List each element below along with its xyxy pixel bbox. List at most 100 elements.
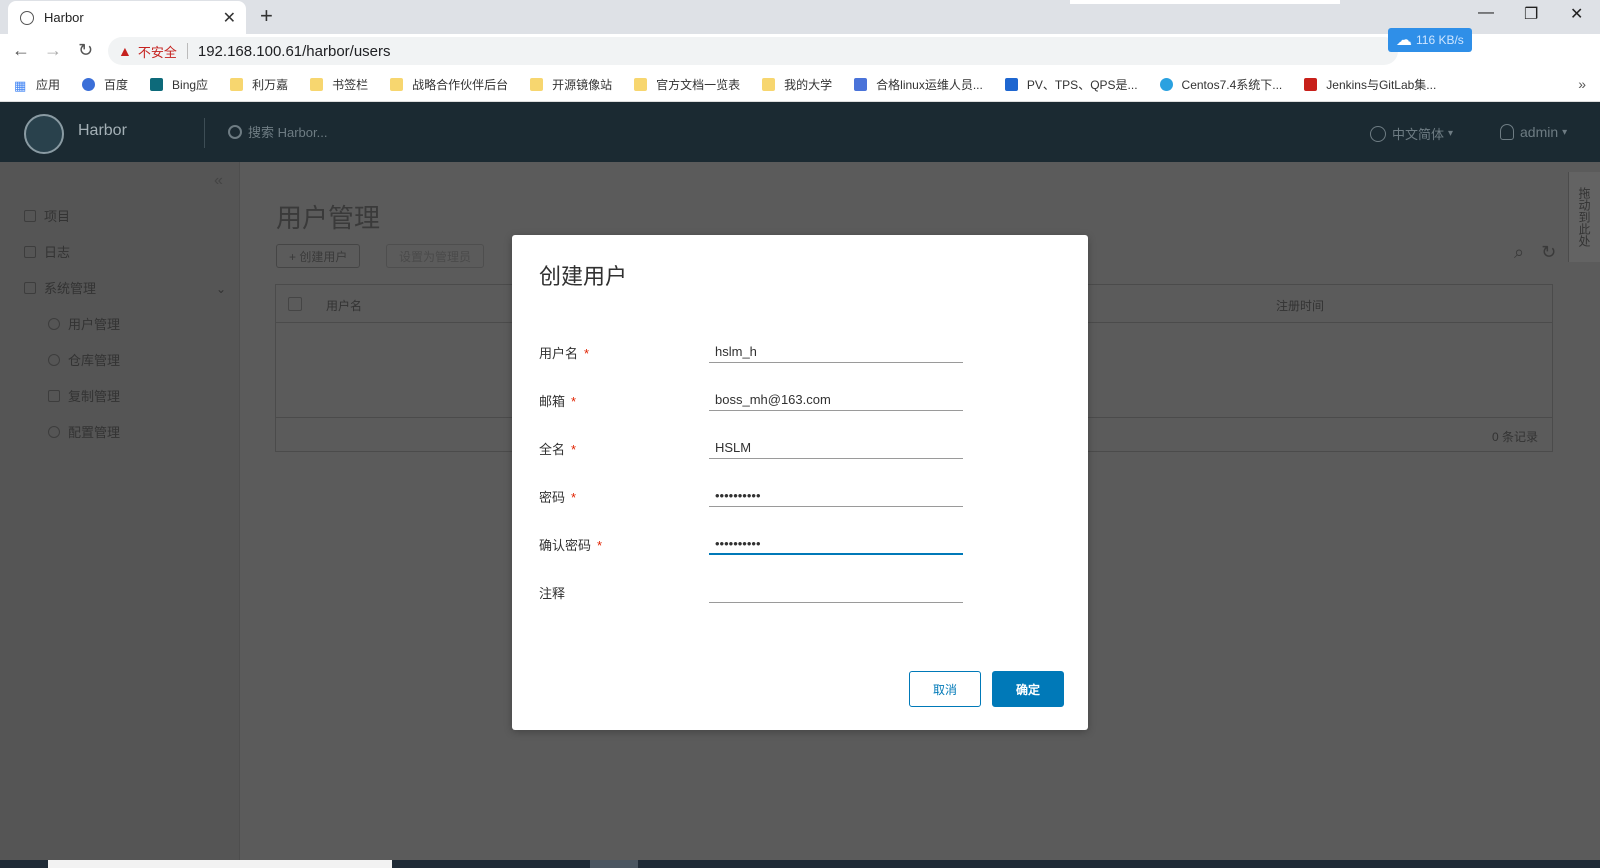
insecure-label[interactable]: 不安全 [138, 42, 177, 61]
fullname-row: 全名 * [539, 433, 963, 463]
folder-icon [530, 78, 544, 91]
bookmark-folder[interactable]: 书签栏 [310, 76, 368, 93]
minimize-icon[interactable]: — [1478, 4, 1494, 22]
column-register-time[interactable]: 注册时间 [1276, 297, 1324, 314]
new-tab-icon[interactable]: + [260, 3, 273, 29]
users-icon [48, 317, 60, 330]
confirm-password-row: 确认密码 * [539, 529, 963, 559]
search-icon[interactable]: ⌕ [1514, 242, 1524, 262]
folder-icon [310, 78, 324, 91]
cancel-button[interactable]: 取消 [909, 671, 981, 707]
apps-grid-icon: ▦ [14, 78, 27, 93]
window-close-icon[interactable]: ✕ [1570, 4, 1583, 24]
bookmark-folder[interactable]: 战略合作伙伴后台 [390, 76, 508, 93]
bookmark-page[interactable]: 合格linux运维人员... [854, 76, 983, 93]
chevron-down-icon: ▾ [1562, 126, 1568, 138]
bookmark-label: 书签栏 [332, 78, 369, 92]
record-count: 0 条记录 [1491, 430, 1538, 444]
refresh-icon[interactable]: ↻ [1541, 242, 1556, 262]
window-drag-area [1070, 0, 1340, 4]
sidebar-item-configuration[interactable]: 配置管理 [48, 422, 120, 441]
gear-icon [48, 425, 60, 438]
grid-tools: ⌕ ↻ [1514, 242, 1556, 263]
email-input[interactable] [709, 385, 963, 411]
comment-row: 注释 [539, 577, 963, 607]
bookmark-folder[interactable]: 利万嘉 [230, 76, 288, 93]
bookmark-bing[interactable]: Bing应 [150, 76, 208, 93]
bookmark-baidu[interactable]: 百度 [82, 76, 128, 93]
sidebar-item-label: 用户管理 [68, 317, 121, 332]
browser-tab[interactable]: Harbor ✕ [8, 1, 246, 34]
bookmark-folder[interactable]: 我的大学 [762, 76, 832, 93]
search-placeholder: 搜索 Harbor... [248, 125, 328, 140]
taskbar-search[interactable] [48, 860, 392, 868]
bookmark-jenkins[interactable]: Jenkins与GitLab集... [1304, 76, 1436, 93]
app-header: Harbor 搜索 Harbor... 中文简体 ▾ admin ▾ [0, 102, 1600, 162]
restore-icon[interactable]: ❐ [1524, 4, 1538, 24]
bookmark-apps[interactable]: ▦ 应用 [14, 76, 60, 93]
set-admin-button[interactable]: 设置为管理员 [386, 244, 485, 268]
bookmark-folder[interactable]: 开源镜像站 [530, 76, 612, 93]
global-search[interactable]: 搜索 Harbor... [228, 122, 327, 141]
sidebar-item-label: 日志 [44, 245, 71, 260]
url-text[interactable]: 192.168.100.61/harbor/users [198, 43, 391, 60]
username-input[interactable] [709, 337, 963, 363]
sidebar-item-label: 复制管理 [68, 389, 121, 404]
omnibox[interactable]: ▲ 不安全 192.168.100.61/harbor/users [108, 37, 1398, 65]
cloud-download-icon: ☁ [1396, 32, 1412, 49]
bookmark-label: 百度 [104, 78, 129, 92]
globe-icon [1370, 125, 1386, 142]
replication-icon [48, 389, 60, 402]
reload-icon[interactable]: ↻ [78, 40, 93, 61]
taskbar-active-app[interactable] [590, 860, 638, 868]
select-all-checkbox[interactable] [288, 297, 302, 311]
download-speed-badge[interactable]: ☁ 116 KB/s [1388, 28, 1472, 52]
user-icon [1500, 124, 1514, 140]
bookmark-label: 合格linux运维人员... [876, 78, 983, 92]
required-mark: * [571, 394, 577, 409]
sidebar-item-label: 系统管理 [44, 281, 97, 296]
close-icon[interactable]: ✕ [223, 8, 236, 28]
confirm-password-input[interactable] [709, 529, 963, 555]
bookmark-folder[interactable]: 官方文档一览表 [634, 76, 740, 93]
bookmark-zhihu[interactable]: PV、TPS、QPS是... [1004, 76, 1138, 93]
warning-icon: ▲ [118, 43, 132, 59]
bookmark-label: 官方文档一览表 [656, 78, 741, 92]
username-label: 用户名 * [539, 346, 590, 361]
sidebar-item-projects[interactable]: 项目 [24, 206, 70, 225]
forward-icon[interactable]: → [44, 40, 62, 61]
fullname-label: 全名 * [539, 442, 577, 457]
sidebar-item-logs[interactable]: 日志 [24, 242, 70, 261]
chevron-down-icon[interactable]: ⌄ [216, 282, 226, 296]
fullname-input[interactable] [709, 433, 963, 459]
chevron-right-icon[interactable]: » [1578, 76, 1586, 92]
chevron-down-icon: ▾ [1448, 128, 1454, 139]
sidebar-item-administration[interactable]: 系统管理 [24, 278, 96, 297]
side-drawer-tab[interactable]: 拖动到此处 [1568, 172, 1600, 262]
bookmark-label: 应用 [36, 78, 61, 92]
admin-icon [24, 281, 36, 294]
required-mark: * [571, 442, 577, 457]
sidebar-item-replication[interactable]: 复制管理 [48, 386, 120, 405]
column-username[interactable]: 用户名 [326, 297, 362, 314]
back-icon[interactable]: ← [12, 40, 30, 61]
bookmark-centos[interactable]: Centos7.4系统下... [1159, 76, 1282, 93]
c-icon [1304, 78, 1318, 91]
create-user-button[interactable]: + 创建用户 [276, 244, 361, 268]
sidebar-item-users[interactable]: 用户管理 [48, 314, 120, 333]
sidebar-item-registries[interactable]: 仓库管理 [48, 350, 120, 369]
collapse-sidebar-icon[interactable]: « [214, 172, 223, 190]
comment-input[interactable] [709, 577, 963, 603]
browser-tab-strip: Harbor ✕ + — ❐ ✕ [0, 0, 1600, 34]
tab-title: Harbor [44, 10, 84, 25]
password-input[interactable] [709, 481, 963, 507]
create-user-dialog: 创建用户 用户名* 邮箱* 全名* 密码* 确认密码* 注释 取消 确定 [512, 235, 1088, 730]
harbor-logo-icon [24, 114, 64, 154]
language-selector[interactable]: 中文简体 ▾ [1370, 124, 1453, 143]
password-row: 密码 * [539, 481, 963, 511]
bookmark-label: 我的大学 [784, 78, 833, 92]
bookmarks-bar: ▦ 应用 百度 Bing应 利万嘉 书签栏 战略合作伙伴后台 开源镜像站 官方文… [0, 68, 1600, 102]
ok-button[interactable]: 确定 [992, 671, 1064, 707]
folder-icon [390, 78, 404, 91]
user-menu[interactable]: admin ▾ [1500, 124, 1567, 140]
